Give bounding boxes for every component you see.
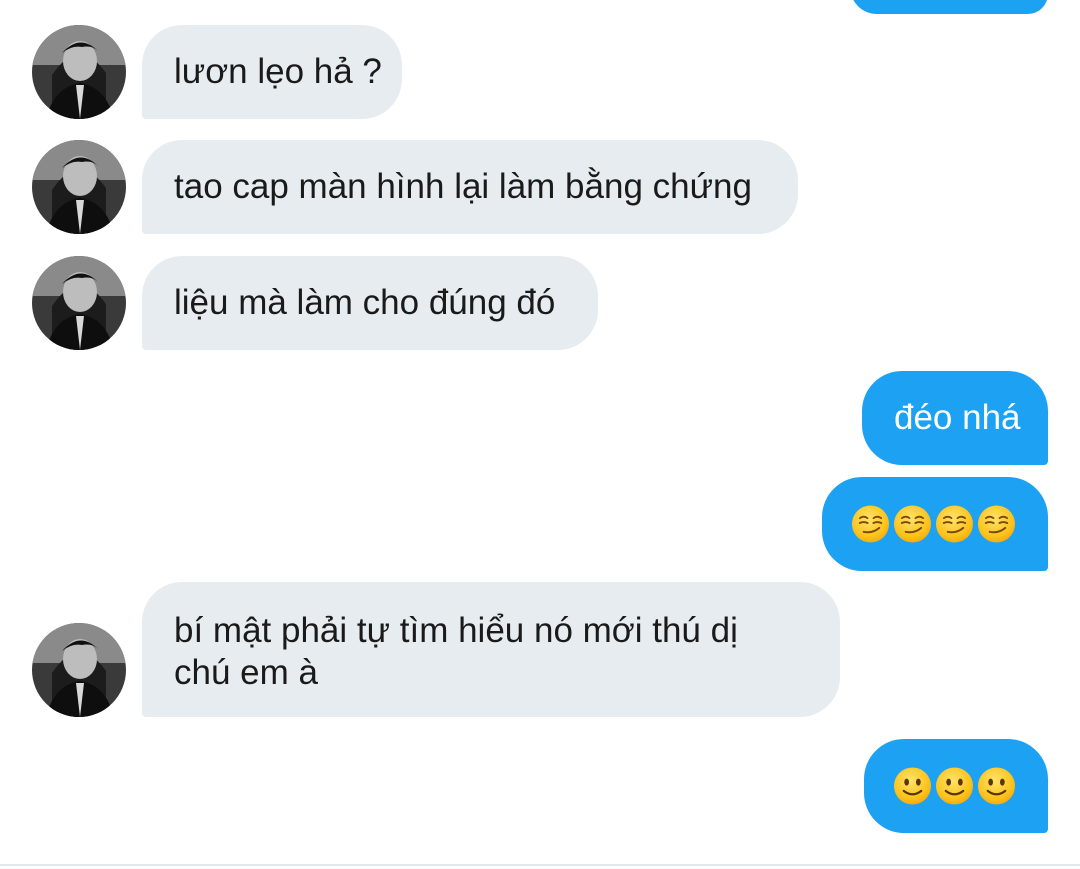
smirking-face-icon: [893, 504, 932, 544]
message-text: liệu mà làm cho đúng đó: [174, 283, 556, 322]
composer-divider: [0, 864, 1080, 866]
smirking-face-icon: [851, 504, 890, 544]
message-text-line: chú em à: [174, 653, 318, 692]
contact-avatar[interactable]: [32, 256, 126, 350]
outgoing-emoji-bubble[interactable]: [822, 477, 1048, 571]
smirking-face-icon: [977, 504, 1016, 544]
user-avatar-icon: [32, 140, 126, 234]
message-text: lươn lẹo hả ?: [174, 52, 382, 91]
emoji-row: [851, 477, 1016, 571]
outgoing-emoji-bubble[interactable]: [864, 739, 1048, 833]
smirking-face-icon: [935, 504, 974, 544]
slightly-smiling-face-icon: [977, 766, 1016, 806]
message-thread[interactable]: lươn lẹo hả ? tao cap màn hình lại làm b…: [0, 0, 1080, 869]
incoming-message-bubble[interactable]: liệu mà làm cho đúng đó: [142, 256, 598, 350]
outgoing-message-bubble-partial[interactable]: [850, 0, 1048, 14]
message-text: đéo nhá: [894, 398, 1021, 437]
emoji-row: [893, 739, 1016, 833]
slightly-smiling-face-icon: [893, 766, 932, 806]
contact-avatar[interactable]: [32, 140, 126, 234]
incoming-message-bubble[interactable]: lươn lẹo hả ?: [142, 25, 402, 119]
user-avatar-icon: [32, 25, 126, 119]
message-text-line: bí mật phải tự tìm hiểu nó mới thú dị: [174, 611, 738, 650]
slightly-smiling-face-icon: [935, 766, 974, 806]
user-avatar-icon: [32, 623, 126, 717]
contact-avatar[interactable]: [32, 623, 126, 717]
user-avatar-icon: [32, 256, 126, 350]
incoming-message-bubble[interactable]: bí mật phải tự tìm hiểu nó mới thú dị ch…: [142, 582, 840, 717]
outgoing-message-bubble[interactable]: đéo nhá: [862, 371, 1048, 465]
message-text: tao cap màn hình lại làm bằng chứng: [174, 167, 752, 206]
contact-avatar[interactable]: [32, 25, 126, 119]
incoming-message-bubble[interactable]: tao cap màn hình lại làm bằng chứng: [142, 140, 798, 234]
